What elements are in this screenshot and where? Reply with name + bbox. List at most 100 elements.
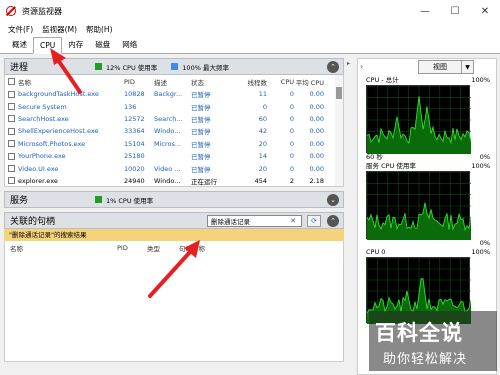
process-status: 已暂停 xyxy=(191,128,211,137)
cpu-total-graph xyxy=(366,85,471,154)
cpu-total-max: 100% xyxy=(471,76,490,84)
select-all-checkbox[interactable] xyxy=(8,78,15,85)
row-checkbox[interactable] xyxy=(8,140,15,148)
handles-header[interactable]: 关联的句柄 ✕ ⟳ ⌃ xyxy=(4,212,344,229)
process-description: Micros... xyxy=(154,139,182,148)
table-row[interactable]: Video.UI.exe 10020 Video ... 已暂停 20 0 0.00 xyxy=(5,162,343,174)
tab-bar: 概述 CPU 内存 磁盘 网络 xyxy=(0,36,500,54)
handle-search-box[interactable]: ✕ xyxy=(207,215,302,227)
col-name[interactable]: 名称 xyxy=(18,77,124,87)
tab-network[interactable]: 网络 xyxy=(116,37,143,53)
table-row[interactable]: ShellExperienceHost.exe 33364 Windo... 已暂停 4… xyxy=(5,125,343,137)
table-row[interactable]: Microsoft.Photos.exe 15104 Micros... 已暂停 20 0… xyxy=(5,138,343,150)
panel-splitter[interactable]: ▸ xyxy=(347,58,354,375)
title-bar: 资源监视器 — ☐ ✕ xyxy=(0,0,500,22)
col-cpu[interactable]: CPU xyxy=(267,78,294,86)
menu-bar: 文件(F) 监视器(M) 帮助(H) xyxy=(0,22,500,36)
col-handle-pid[interactable]: PID xyxy=(117,244,147,252)
col-handle-name[interactable]: 句柄名称 xyxy=(179,243,259,253)
row-checkbox[interactable] xyxy=(8,103,15,111)
cpu-total-label: CPU - 总计 xyxy=(366,76,399,84)
process-name: Secure System xyxy=(18,102,67,111)
row-checkbox[interactable] xyxy=(8,90,15,98)
processes-scrollbar[interactable] xyxy=(335,75,343,186)
row-checkbox[interactable] xyxy=(8,177,15,185)
handles-table-header: 名称 PID 类型 句柄名称 xyxy=(5,241,343,254)
process-status: 已暂停 xyxy=(191,91,211,100)
services-header[interactable]: 服务 1% CPU 使用率 ⌄ xyxy=(4,191,344,208)
col-pid[interactable]: PID xyxy=(124,78,154,86)
window-controls: — ☐ ✕ xyxy=(410,0,500,22)
tab-overview[interactable]: 概述 xyxy=(6,37,33,53)
process-cpu: 0 xyxy=(289,90,294,99)
col-threads[interactable]: 线程数 xyxy=(229,77,268,87)
process-cpu: 0 xyxy=(289,164,294,173)
view-dropdown-icon[interactable]: ▼ xyxy=(462,60,474,74)
process-description: Windo... xyxy=(154,176,181,185)
process-status: 已暂停 xyxy=(191,165,211,174)
search-result-banner: "删除通话记录"的搜索结果 xyxy=(4,229,344,241)
maximize-icon[interactable]: ☐ xyxy=(440,0,470,22)
process-cpu: 2 xyxy=(289,176,294,185)
table-row[interactable]: YourPhone.exe 25180 已暂停 14 0 0.00 xyxy=(5,150,343,162)
process-threads: 20 xyxy=(258,139,267,148)
process-avg-cpu: 0.00 xyxy=(309,139,324,148)
menu-file[interactable]: 文件(F) xyxy=(8,24,33,35)
process-pid: 10020 xyxy=(124,164,145,173)
process-pid: 12572 xyxy=(124,114,145,123)
col-description[interactable]: 描述 xyxy=(154,77,191,87)
collapse-processes-icon[interactable]: ⌃ xyxy=(327,61,339,73)
process-pid: 136 xyxy=(124,102,137,111)
services-cpu-swatch xyxy=(95,196,102,203)
processes-table-header: 名称 PID 描述 状态 线程数 CPU 平均 CPU xyxy=(5,75,343,88)
services-title: 服务 xyxy=(10,196,29,206)
process-pid: 10828 xyxy=(124,90,145,99)
scroll-thumb[interactable] xyxy=(336,87,342,99)
graph-toolbar: › 视图 ▼ xyxy=(358,59,496,76)
col-handle-type[interactable]: 类型 xyxy=(147,243,179,253)
menu-monitor[interactable]: 监视器(M) xyxy=(42,24,77,35)
col-status[interactable]: 状态 xyxy=(191,77,229,87)
row-checkbox[interactable] xyxy=(8,115,15,123)
processes-header[interactable]: 进程 12% CPU 使用率 100% 最大频率 ⌃ xyxy=(4,58,344,75)
expand-services-icon[interactable]: ⌄ xyxy=(327,194,339,206)
process-cpu: 0 xyxy=(289,152,294,161)
clear-search-icon[interactable]: ✕ xyxy=(288,217,298,225)
menu-help[interactable]: 帮助(H) xyxy=(86,24,113,35)
watermark-title: 百科全说 xyxy=(375,321,463,345)
process-pid: 24940 xyxy=(124,176,145,185)
search-refresh-icon[interactable]: ⟳ xyxy=(307,215,321,227)
view-button[interactable]: 视图 xyxy=(418,60,462,74)
process-name: ShellExperienceHost.exe xyxy=(18,127,99,136)
process-threads: 11 xyxy=(258,90,267,99)
process-avg-cpu: 0.00 xyxy=(309,90,324,99)
process-avg-cpu: 2.18 xyxy=(309,176,324,185)
collapse-right-icon[interactable]: ▸ xyxy=(347,60,354,67)
col-handle-process-name[interactable]: 名称 xyxy=(5,243,117,253)
minimize-icon[interactable]: — xyxy=(410,0,440,22)
table-row[interactable]: explorer.exe 24940 Windo... 正在运行 454 2 2.18 xyxy=(5,175,343,186)
process-pid: 25180 xyxy=(124,152,145,161)
process-description: Search... xyxy=(154,114,183,123)
cpu0-max: 100% xyxy=(471,248,490,256)
expand-arrow-icon[interactable]: › xyxy=(360,62,363,71)
process-avg-cpu: 0.00 xyxy=(309,152,324,161)
row-checkbox[interactable] xyxy=(8,165,15,173)
process-cpu: 0 xyxy=(289,127,294,136)
table-row[interactable]: SearchHost.exe 12572 Search... 已暂停 60 0 0.00 xyxy=(5,113,343,125)
row-checkbox[interactable] xyxy=(8,152,15,160)
resource-monitor-icon xyxy=(6,6,16,16)
tab-memory[interactable]: 内存 xyxy=(62,37,89,53)
handle-search-input[interactable] xyxy=(208,216,288,226)
tab-cpu[interactable]: CPU xyxy=(33,37,63,54)
close-icon[interactable]: ✕ xyxy=(470,0,500,22)
row-checkbox[interactable] xyxy=(8,127,15,135)
cpu-total-min: 0% xyxy=(479,153,490,161)
tab-disk[interactable]: 磁盘 xyxy=(89,37,116,53)
col-avg-cpu[interactable]: 平均 CPU xyxy=(294,77,324,87)
process-threads: 42 xyxy=(258,127,267,136)
table-row[interactable]: Secure System 136 已暂停 0 0 0.00 xyxy=(5,100,343,112)
table-row[interactable]: backgroundTaskHost.exe 10828 Backgr... 已暂停 1… xyxy=(5,88,343,100)
process-threads: 60 xyxy=(258,114,267,123)
collapse-handles-icon[interactable]: ⌃ xyxy=(327,215,339,227)
